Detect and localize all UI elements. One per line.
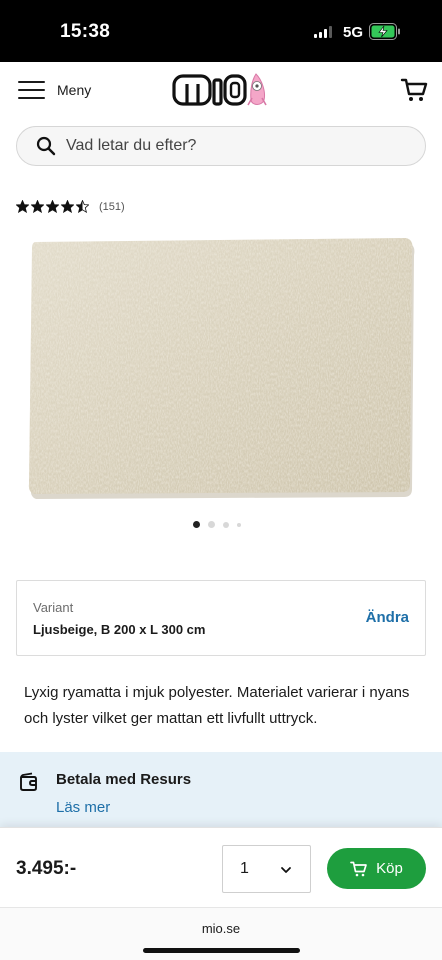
star-icon [46,200,59,213]
browser-address-bar[interactable]: mio.se [0,907,442,960]
variant-selector[interactable]: Variant Ljusbeige, B 200 x L 300 cm Ändr… [16,580,426,656]
purchase-bar: 3.495:- 1 Köp [0,827,442,907]
chevron-down-icon [281,867,291,873]
mio-logo[interactable] [172,70,272,110]
search-bar[interactable] [16,126,426,166]
product-rating[interactable]: (151) [16,200,125,213]
gallery-dots [193,521,241,528]
quantity-value: 1 [240,860,249,877]
variant-value: Ljusbeige, B 200 x L 300 cm [33,622,206,637]
search-icon [36,136,56,156]
search-input[interactable] [66,137,386,155]
signal-icon [314,26,332,38]
cart-icon [350,861,367,876]
buy-label: Köp [376,860,403,877]
network-label: 5G [343,24,364,41]
site-header: Meny [0,62,442,120]
rug-product-image[interactable] [24,236,420,502]
status-bar: 15:38 5G [0,0,442,62]
quantity-select[interactable]: 1 [222,845,311,893]
gallery-dot[interactable] [208,521,215,528]
buy-button[interactable]: Köp [327,848,426,889]
product-description: Lyxig ryamatta i mjuk polyester. Materia… [24,684,410,727]
change-variant-link[interactable]: Ändra [366,609,409,626]
battery-icon [369,23,400,40]
star-icon [61,200,74,213]
rating-count: (151) [99,200,125,213]
star-icon [76,200,89,213]
gallery-dot[interactable] [193,521,200,528]
wallet-icon [20,772,37,791]
menu-label: Meny [57,82,92,98]
gallery-dot[interactable] [223,521,229,528]
star-icon [31,200,44,213]
home-indicator[interactable] [143,948,300,953]
gallery-dot[interactable] [237,522,241,527]
status-time: 15:38 [60,21,111,42]
menu-button[interactable]: Meny [18,76,91,104]
rating-stars [16,200,89,213]
cart-icon[interactable] [400,76,428,104]
url-label: mio.se [201,921,241,936]
menu-icon [18,80,45,100]
payment-title: Betala med Resurs [56,771,192,788]
variant-label: Variant [33,600,74,615]
read-more-link[interactable]: Läs mer [56,799,110,816]
payment-info-panel: Betala med Resurs Läs mer [0,752,442,832]
product-price: 3.495:- [16,858,77,879]
star-icon [16,200,29,213]
